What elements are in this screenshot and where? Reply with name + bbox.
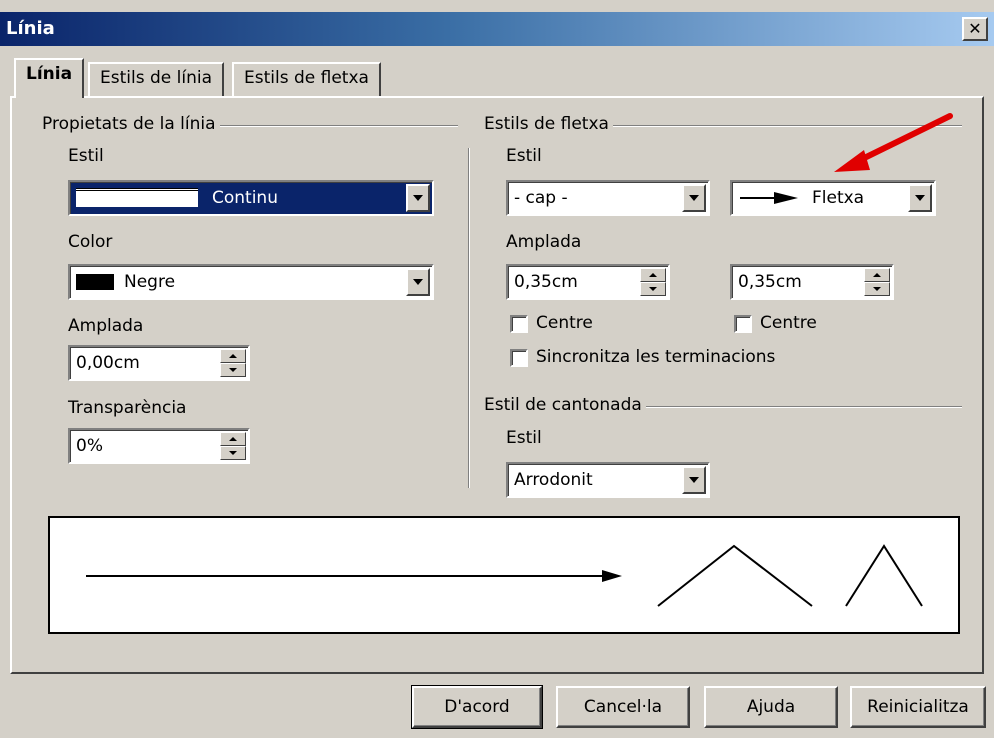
corner-style-dropdown[interactable]: Arrodonit <box>506 462 710 498</box>
spin-up-icon[interactable] <box>864 268 890 282</box>
tab-estils-de-fletxa-label: Estils de fletxa <box>244 68 369 88</box>
sync-endings-label: Sincronitza les terminacions <box>536 347 776 367</box>
color-swatch <box>76 274 114 290</box>
line-width-spinner[interactable]: 0,00cm <box>68 345 250 381</box>
help-button[interactable]: Ajuda <box>704 686 838 728</box>
arrow-end-width-spinner[interactable]: 0,35cm <box>730 264 894 300</box>
close-button[interactable]: ✕ <box>962 17 988 41</box>
arrow-end-width-value: 0,35cm <box>738 272 802 292</box>
corner-style-group-title: Estil de cantonada <box>480 395 646 415</box>
spin-down-icon[interactable] <box>864 282 890 296</box>
reset-button[interactable]: Reinicialitza <box>850 686 986 728</box>
spin-down-icon[interactable] <box>220 446 246 460</box>
chevron-down-icon[interactable] <box>908 184 932 212</box>
center-end-checkbox[interactable] <box>734 315 752 333</box>
arrow-width-label: Amplada <box>506 232 582 252</box>
transparency-value: 0% <box>76 436 103 456</box>
arrow-start-style-dropdown[interactable]: - cap - <box>506 180 710 216</box>
help-button-label: Ajuda <box>746 697 796 717</box>
arrow-preview-icon <box>740 192 798 204</box>
ok-button[interactable]: D'acord <box>411 685 543 729</box>
chevron-down-icon[interactable] <box>406 268 430 296</box>
line-color-value: Negre <box>124 272 176 292</box>
reset-button-label: Reinicialitza <box>867 697 969 717</box>
window-title: Línia <box>6 18 55 39</box>
preview-corner-wide <box>657 544 813 607</box>
chevron-down-icon[interactable] <box>682 184 706 212</box>
red-arrow-pointer-icon <box>834 113 953 172</box>
preview-corner-narrow <box>845 544 923 607</box>
center-start-label: Centre <box>536 313 593 333</box>
center-end-label: Centre <box>760 313 817 333</box>
chevron-down-icon[interactable] <box>682 466 706 494</box>
arrow-style-label: Estil <box>506 146 542 166</box>
spin-up-icon[interactable] <box>220 349 246 363</box>
line-width-label: Amplada <box>68 316 144 336</box>
line-width-value: 0,00cm <box>76 353 140 373</box>
spin-down-icon[interactable] <box>220 363 246 377</box>
tab-linia-label: Línia <box>26 64 73 84</box>
line-style-dropdown[interactable]: Continu <box>68 180 434 216</box>
preview-drawing <box>86 544 923 607</box>
line-color-dropdown[interactable]: Negre <box>68 264 434 300</box>
title-bar: Línia ✕ <box>0 12 994 46</box>
chevron-down-icon[interactable] <box>406 184 430 212</box>
line-style-label: Estil <box>68 146 104 166</box>
line-preview-area <box>48 516 960 634</box>
line-color-label: Color <box>68 232 113 252</box>
cancel-button-label: Cancel·la <box>583 697 663 717</box>
corner-style-label: Estil <box>506 428 542 448</box>
arrow-end-style-value: Fletxa <box>812 188 865 208</box>
cancel-button[interactable]: Cancel·la <box>556 686 690 728</box>
spin-up-icon[interactable] <box>220 432 246 446</box>
tab-estils-de-linia[interactable]: Estils de línia <box>88 62 224 96</box>
tab-estils-de-linia-label: Estils de línia <box>100 68 212 88</box>
tab-linia[interactable]: Línia <box>14 58 85 98</box>
arrow-start-width-spinner[interactable]: 0,35cm <box>506 264 670 300</box>
corner-style-value: Arrodonit <box>514 470 593 490</box>
arrow-start-style-value: - cap - <box>514 188 568 208</box>
line-properties-group-title: Propietats de la línia <box>38 114 220 134</box>
spin-down-icon[interactable] <box>640 282 666 296</box>
spin-up-icon[interactable] <box>640 268 666 282</box>
line-preview-swatch <box>76 188 198 208</box>
transparency-spinner[interactable]: 0% <box>68 428 250 464</box>
center-start-checkbox[interactable] <box>510 315 528 333</box>
line-style-value: Continu <box>212 188 278 208</box>
arrow-end-style-dropdown[interactable]: Fletxa <box>730 180 936 216</box>
tab-estils-de-fletxa[interactable]: Estils de fletxa <box>232 62 381 96</box>
sync-endings-checkbox[interactable] <box>510 349 528 367</box>
arrow-start-width-value: 0,35cm <box>514 272 578 292</box>
vertical-divider <box>468 148 470 488</box>
close-icon: ✕ <box>968 19 982 38</box>
transparency-label: Transparència <box>68 398 187 418</box>
preview-arrowhead <box>602 570 622 582</box>
ok-button-label: D'acord <box>444 697 510 717</box>
arrow-styles-group-title: Estils de fletxa <box>480 114 613 134</box>
